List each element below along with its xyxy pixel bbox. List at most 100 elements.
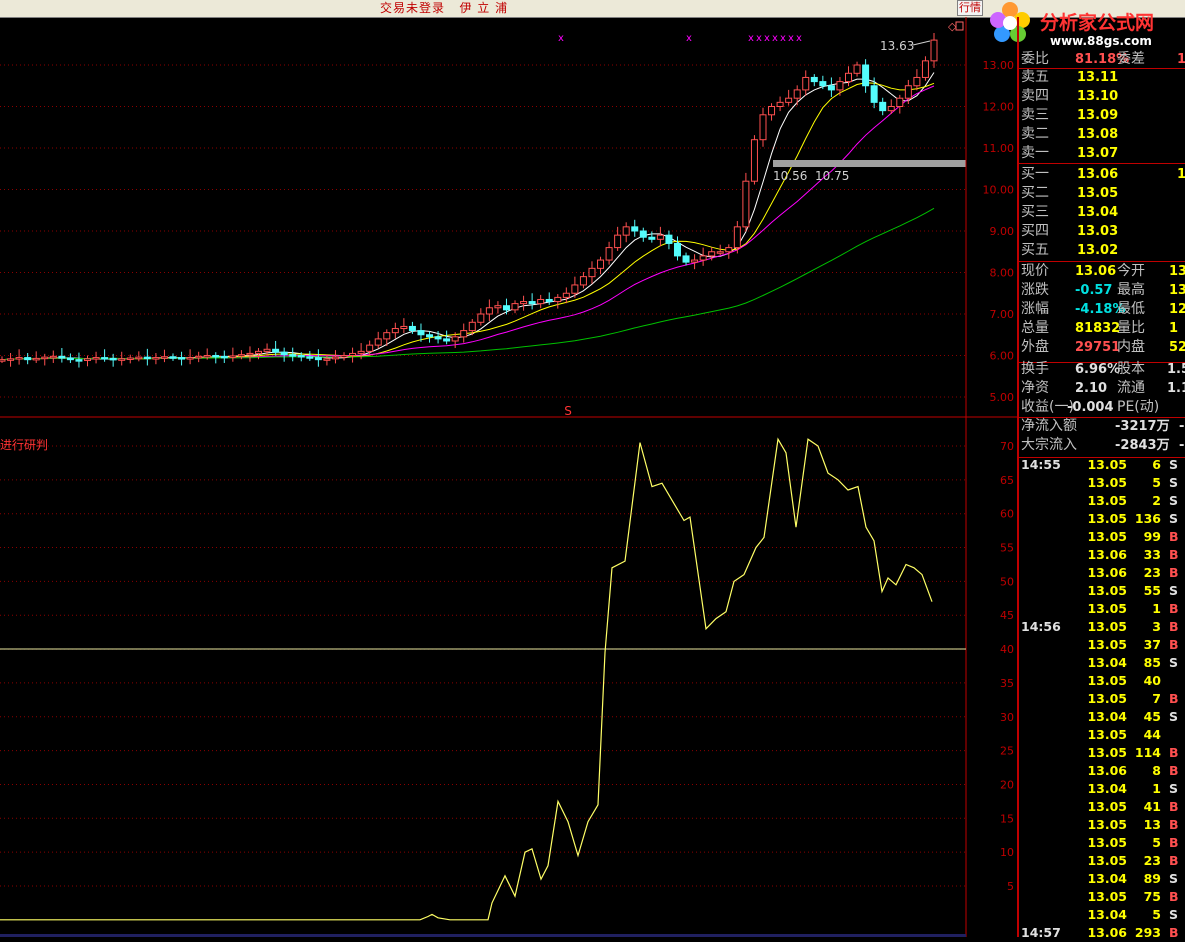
buy-level-row[interactable]: 买三 13.04 [1019, 203, 1185, 222]
price-tick-label: 6.00 [990, 350, 1015, 363]
sell-level-label: 卖五 [1021, 69, 1049, 85]
candle-body [135, 356, 143, 360]
tick-row[interactable]: 13.05 40 [1019, 672, 1185, 690]
tick-row[interactable]: 14:57 13.06 293 B [1019, 924, 1185, 942]
signal-x-marker: x [686, 33, 692, 44]
tick-volume: 99 [1143, 529, 1161, 544]
tick-side: B [1169, 763, 1179, 778]
candle-body [331, 356, 339, 360]
candle-body [349, 352, 357, 356]
candle-body [297, 355, 305, 358]
tick-row[interactable]: 13.06 23 B [1019, 564, 1185, 582]
stat-label: 收益(一) [1021, 399, 1074, 415]
tick-volume: 13 [1143, 817, 1161, 832]
high-price-pointer [912, 40, 931, 46]
quote-value: 29751 [1075, 340, 1121, 355]
chart-area[interactable]: 13.00 12.00 11.00 10.00 9.00 8.00 7.00 6.00 5.00… [0, 17, 1017, 937]
tick-price: 13.05 [1087, 475, 1127, 490]
sell-level-row[interactable]: 卖五 13.11 [1019, 68, 1185, 87]
tick-row[interactable]: 14:56 13.05 3 B [1019, 618, 1185, 636]
tick-row[interactable]: 13.04 85 S [1019, 654, 1185, 672]
buy-level-row[interactable]: 买五 13.02 [1019, 241, 1185, 260]
tick-side: S [1169, 583, 1179, 598]
tick-row[interactable]: 13.04 1 S [1019, 780, 1185, 798]
tick-price: 13.04 [1087, 655, 1127, 670]
tick-row[interactable]: 13.05 2 S [1019, 492, 1185, 510]
stat-value: -0.004 [1067, 400, 1114, 415]
tick-row[interactable]: 13.06 33 B [1019, 546, 1185, 564]
candle-body [913, 76, 921, 87]
main-chart-grid [0, 64, 966, 398]
buy-level-row[interactable]: 买四 13.03 [1019, 222, 1185, 241]
tick-row[interactable]: 13.05 5 S [1019, 474, 1185, 492]
candle-body [648, 236, 656, 240]
tick-row[interactable]: 13.06 8 B [1019, 762, 1185, 780]
tick-row[interactable]: 13.04 5 S [1019, 906, 1185, 924]
price-tick-label: 5.00 [990, 391, 1015, 404]
tick-side: B [1169, 817, 1179, 832]
tick-row[interactable]: 13.05 114 B [1019, 744, 1185, 762]
candle-body [41, 356, 49, 360]
sell-level-row[interactable]: 卖一 13.07 [1019, 144, 1185, 163]
candle-body [417, 330, 425, 336]
window-restore-icon[interactable] [955, 21, 964, 31]
buy-level-row[interactable]: 买二 13.05 [1019, 184, 1185, 203]
stat-value-2: 1.1 [1167, 381, 1185, 396]
candle-body [785, 97, 793, 103]
candle-body [306, 356, 314, 359]
price-tick-label: 11.00 [983, 142, 1015, 155]
candle-body [118, 358, 126, 361]
candle-body [75, 359, 83, 362]
buy-level-label: 买三 [1021, 204, 1049, 220]
tick-volume: 1 [1152, 601, 1161, 616]
tick-price: 13.05 [1087, 457, 1127, 472]
sell-level-price: 13.09 [1077, 108, 1119, 123]
tick-price: 13.05 [1087, 853, 1127, 868]
tick-price: 13.05 [1087, 691, 1127, 706]
candle-body [502, 305, 510, 311]
tick-row[interactable]: 13.05 7 B [1019, 690, 1185, 708]
candle-body [0, 359, 6, 362]
tick-side: B [1169, 619, 1179, 634]
candle-body [699, 255, 707, 261]
candle-body [391, 328, 399, 334]
indicator-tick-label: 45 [1000, 609, 1014, 622]
tick-row[interactable]: 13.05 23 B [1019, 852, 1185, 870]
candle-body [545, 298, 553, 303]
sell-level-row[interactable]: 卖二 13.08 [1019, 125, 1185, 144]
tick-row[interactable]: 14:55 13.05 6 S [1019, 456, 1185, 474]
buy-level-row[interactable]: 买一 13.06 1 [1019, 165, 1185, 184]
tick-price: 13.05 [1087, 619, 1127, 634]
quote-value: 81832 [1075, 321, 1121, 336]
tick-row[interactable]: 13.05 75 B [1019, 888, 1185, 906]
quote-tab-button[interactable]: 行情 [957, 0, 983, 16]
tick-row[interactable]: 13.05 136 S [1019, 510, 1185, 528]
signal-x-marker: x [558, 33, 564, 44]
candle-body [836, 81, 844, 91]
tick-row[interactable]: 13.05 1 B [1019, 600, 1185, 618]
moving-average-lines [1, 72, 935, 361]
tick-volume: 6 [1152, 457, 1161, 472]
tick-row[interactable]: 13.04 45 S [1019, 708, 1185, 726]
indicator-title: 进行研判 [0, 438, 48, 452]
ma5-line [1, 72, 935, 361]
candlestick-series [0, 33, 938, 368]
tick-row[interactable]: 13.05 99 B [1019, 528, 1185, 546]
tick-time: 14:55 [1021, 457, 1061, 472]
candle-body [494, 305, 502, 309]
tick-row[interactable]: 13.05 37 B [1019, 636, 1185, 654]
stat-value-2: 1.5 [1167, 362, 1185, 377]
sell-level-price: 13.11 [1077, 70, 1119, 85]
quote-label: 涨跌 [1021, 282, 1049, 298]
tick-row[interactable]: 13.05 5 B [1019, 834, 1185, 852]
sell-level-row[interactable]: 卖四 13.10 [1019, 87, 1185, 106]
tick-side: S [1169, 475, 1179, 490]
tick-row[interactable]: 13.04 89 S [1019, 870, 1185, 888]
tick-row[interactable]: 13.05 41 B [1019, 798, 1185, 816]
tick-row[interactable]: 13.05 13 B [1019, 816, 1185, 834]
tick-row[interactable]: 13.05 55 S [1019, 582, 1185, 600]
candle-body [101, 357, 109, 360]
tick-row[interactable]: 13.05 44 [1019, 726, 1185, 744]
sell-level-row[interactable]: 卖三 13.09 [1019, 106, 1185, 125]
candle-body [691, 259, 699, 263]
